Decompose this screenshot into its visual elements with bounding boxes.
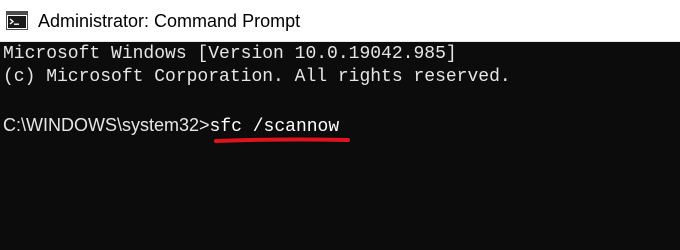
console-line-version: Microsoft Windows [Version 10.0.19042.98… [3,44,457,64]
console-area[interactable]: Microsoft Windows [Version 10.0.19042.98… [0,42,680,250]
command-line[interactable]: C:\WINDOWS\system32>sfc /scannow [3,114,339,138]
command-text: sfc /scannow [209,117,340,137]
title-bar[interactable]: Administrator: Command Prompt [0,0,680,42]
prompt-path: C:\WINDOWS\system32> [3,115,210,135]
window-title: Administrator: Command Prompt [38,11,301,31]
red-underline-annotation [214,137,350,143]
cmd-console-icon [6,11,28,30]
command-prompt-window[interactable]: Administrator: Command Prompt Microsoft … [0,0,680,250]
console-line-copyright: (c) Microsoft Corporation. All rights re… [3,67,511,87]
